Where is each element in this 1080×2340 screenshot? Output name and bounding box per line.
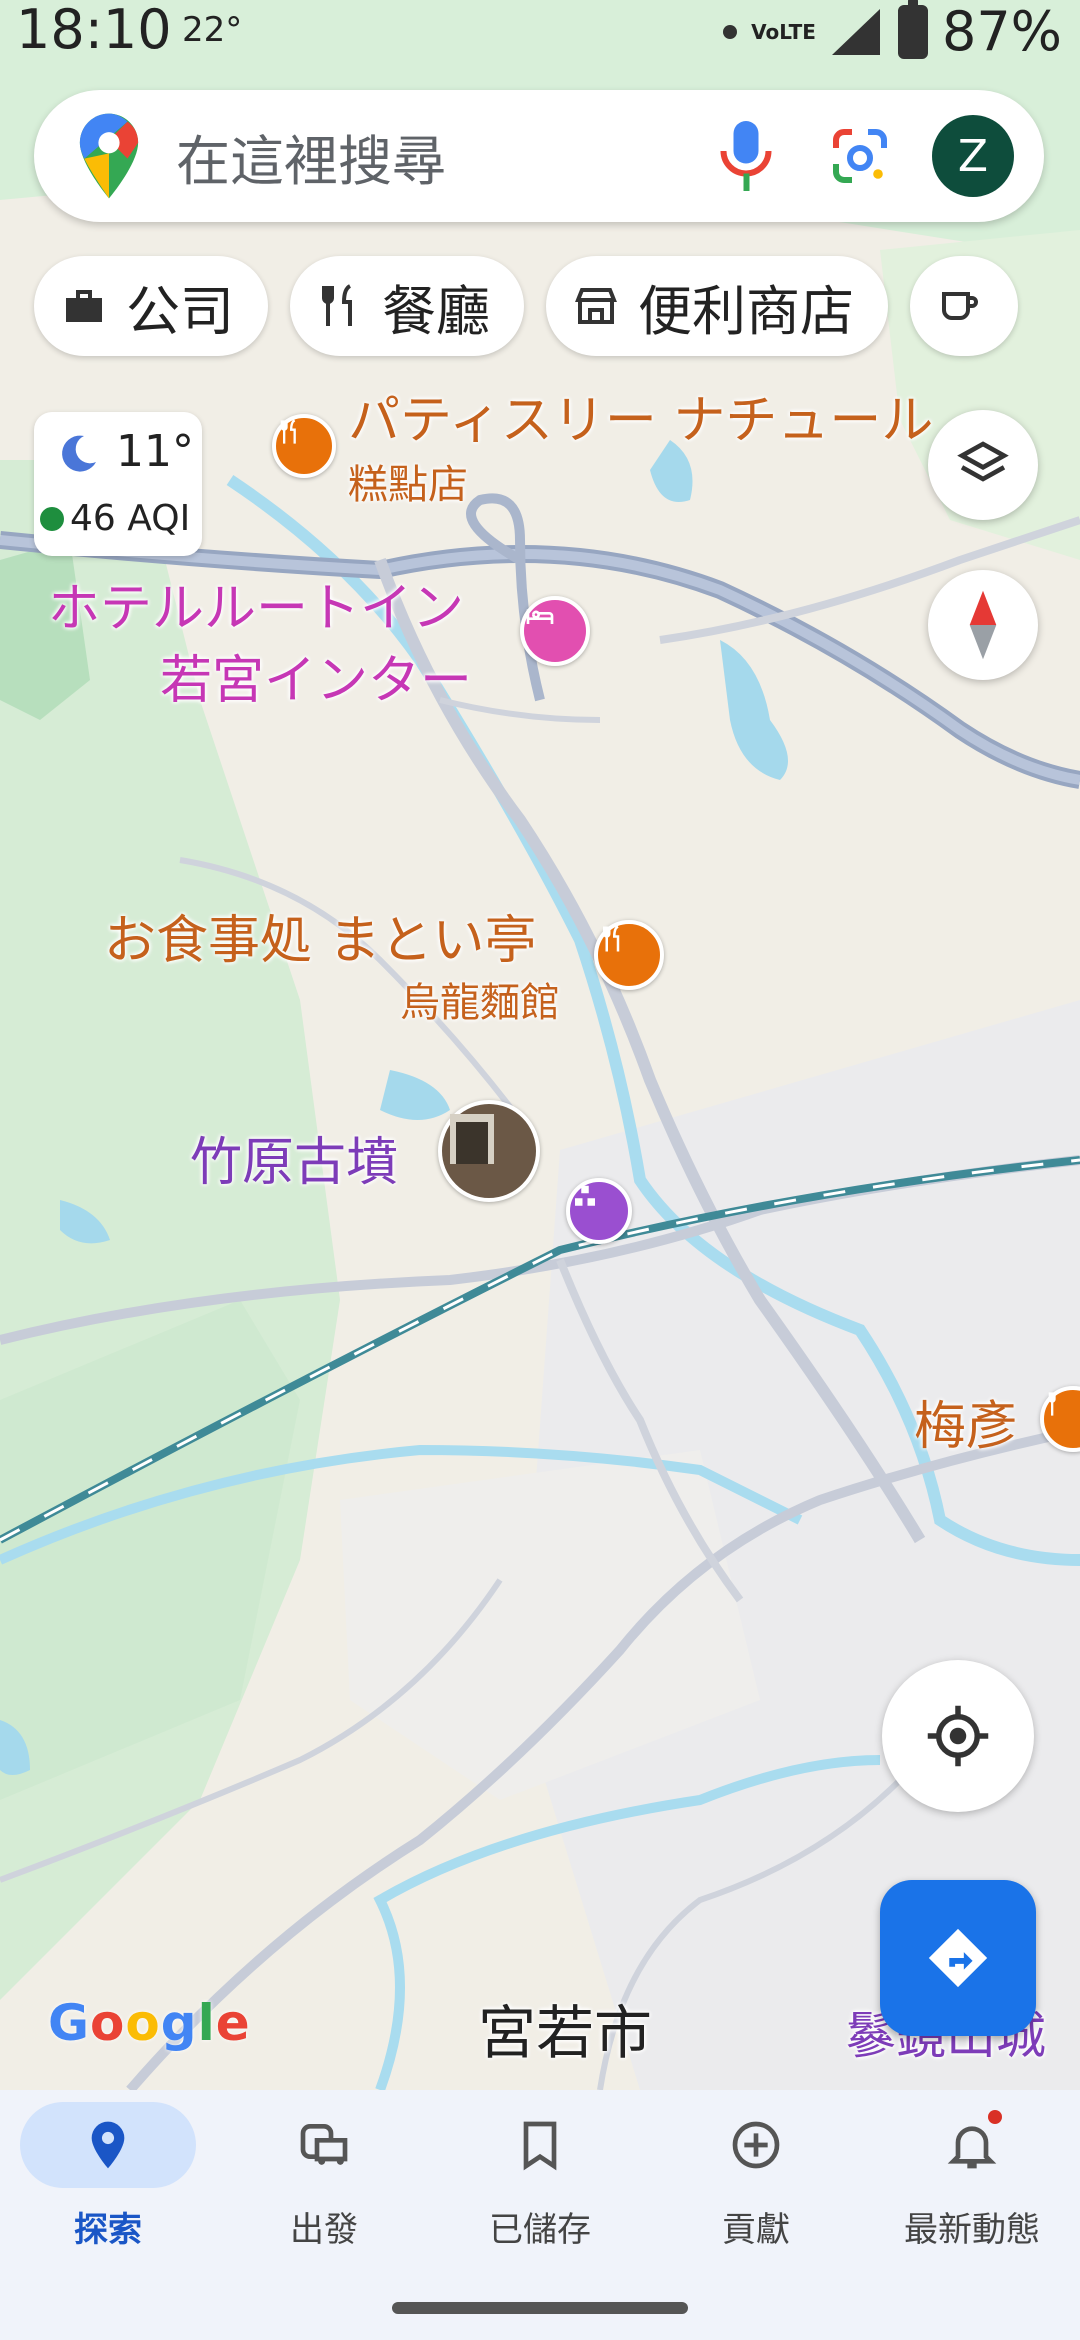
commute-icon <box>300 2124 348 2165</box>
map-label-patisserie-category: 糕點店 <box>348 462 468 508</box>
chip-restaurants-label: 餐廳 <box>382 279 490 343</box>
chip-more[interactable] <box>910 256 1018 356</box>
google-logo: Google <box>48 1994 251 2052</box>
add-circle-icon <box>732 2121 780 2169</box>
layers-icon <box>957 441 1009 482</box>
nav-saved-label: 已儲存 <box>489 2210 591 2250</box>
location-pin-icon <box>91 2121 125 2169</box>
category-chips: 公司 餐廳 便利商店 <box>34 256 1018 356</box>
search-bar[interactable]: 在這裡搜尋 Z <box>34 90 1044 222</box>
battery-icon <box>897 0 928 59</box>
restaurant-poi-icon[interactable] <box>272 414 336 478</box>
volte-icon: VoLTE <box>751 19 816 44</box>
store-icon <box>575 288 617 324</box>
nav-explore[interactable]: 探索 <box>0 2102 216 2302</box>
fork-knife-icon <box>322 284 352 326</box>
chip-convenience-store-label: 便利商店 <box>638 279 854 343</box>
nav-updates-label: 最新動態 <box>904 2210 1040 2250</box>
crosshair-icon <box>927 1705 989 1767</box>
map-label-restaurant[interactable]: お食事処 まとい亭 <box>104 898 537 973</box>
weather-widget[interactable]: 11° 46 AQI <box>34 412 202 556</box>
nav-contribute[interactable]: 貢獻 <box>648 2102 864 2302</box>
nav-saved[interactable]: 已儲存 <box>432 2102 648 2302</box>
map-label-patisserie[interactable]: パティスリー ナチュール <box>348 378 933 453</box>
directions-icon <box>928 1928 988 1988</box>
restaurant-poi-icon-2[interactable] <box>594 920 664 990</box>
map-label-kofun[interactable]: 竹原古墳 <box>190 1120 398 1195</box>
briefcase-icon <box>66 290 102 322</box>
map-label-city[interactable]: 宮若市 <box>478 1986 652 2070</box>
map-label-restaurant-category: 烏龍麵館 <box>400 980 560 1026</box>
battery-percent: 87% <box>941 0 1062 63</box>
moon-icon <box>62 435 96 472</box>
aqi-value: 46 AQI <box>70 498 191 539</box>
nav-explore-label: 探索 <box>74 2210 142 2250</box>
aqi-indicator: 46 AQI <box>40 498 190 539</box>
chip-work[interactable]: 公司 <box>34 256 268 356</box>
google-maps-pin-icon <box>79 113 139 199</box>
nav-contribute-label: 貢獻 <box>722 2210 790 2250</box>
layers-button[interactable] <box>928 410 1038 520</box>
bookmark-icon <box>523 2121 557 2171</box>
directions-button[interactable] <box>880 1880 1036 2036</box>
nav-go-label: 出發 <box>290 2210 358 2250</box>
status-bar: 18:10 22° VoLTE 87% <box>0 0 1080 63</box>
hotel-poi-icon[interactable] <box>520 596 590 666</box>
chip-work-label: 公司 <box>126 279 234 343</box>
chip-restaurants[interactable]: 餐廳 <box>290 256 524 356</box>
notification-badge <box>988 2110 1002 2124</box>
kofun-photo-marker[interactable] <box>438 1100 540 1202</box>
attraction-poi-icon[interactable] <box>566 1178 632 1244</box>
account-avatar[interactable]: Z <box>932 115 1014 197</box>
nav-go[interactable]: 出發 <box>216 2102 432 2302</box>
bell-icon <box>947 2126 997 2169</box>
chip-convenience-store[interactable]: 便利商店 <box>546 256 888 356</box>
weather-temperature: 11° <box>116 426 194 477</box>
compass-icon <box>969 590 997 660</box>
microphone-icon[interactable] <box>716 116 776 196</box>
search-input[interactable]: 在這裡搜尋 <box>176 117 716 196</box>
status-temperature: 22° <box>182 10 243 50</box>
map-label-hotel-line2[interactable]: 若宮インター <box>160 638 472 713</box>
aqi-status-dot <box>40 506 64 531</box>
home-gesture-bar[interactable] <box>392 2302 688 2314</box>
notification-dot-icon <box>723 24 738 39</box>
my-location-button[interactable] <box>882 1660 1034 1812</box>
map-label-hotel-line1[interactable]: ホテルルートイン <box>48 566 464 641</box>
google-lens-icon[interactable] <box>828 124 892 188</box>
status-time: 18:10 <box>16 0 172 61</box>
nav-updates[interactable]: 最新動態 <box>864 2102 1080 2302</box>
map-label-umehiko[interactable]: 梅彥 <box>914 1384 1018 1459</box>
compass-button[interactable] <box>928 570 1038 680</box>
signal-icon <box>831 8 880 55</box>
coffee-icon <box>942 292 978 320</box>
